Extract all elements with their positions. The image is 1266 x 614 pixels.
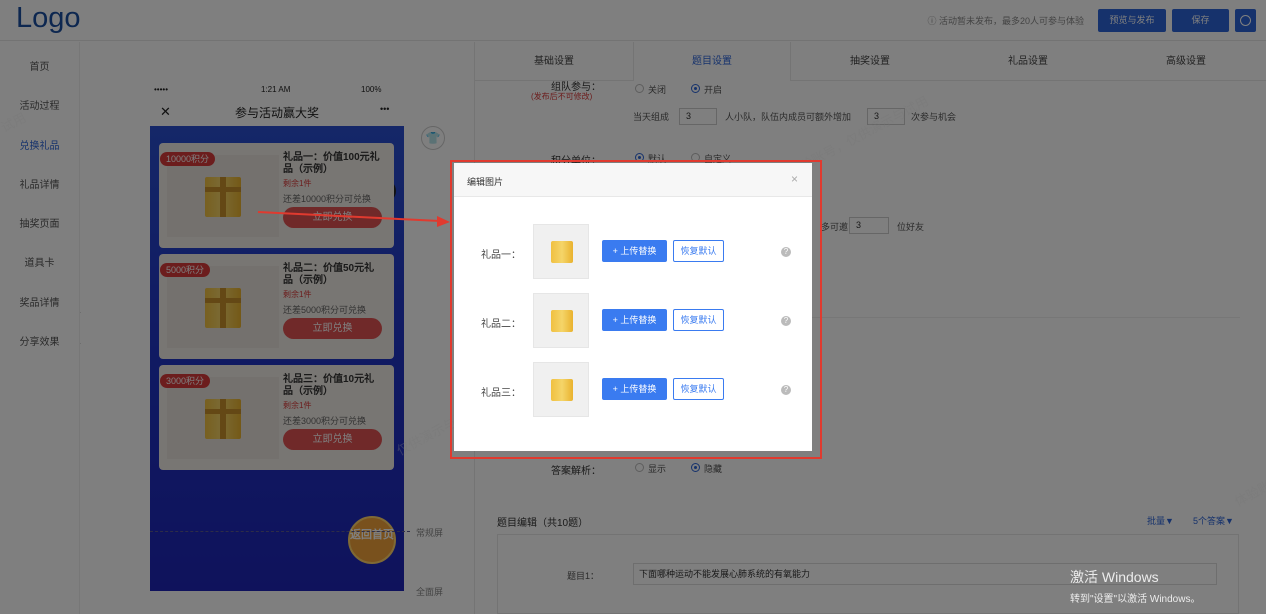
gift-2-restore-button[interactable]: 恢复默认 (673, 309, 724, 331)
windows-activation-notice: 激活 Windows 转到"设置"以激活 Windows。 (1070, 567, 1200, 605)
gift-icon (551, 310, 573, 332)
gift-1-upload-button[interactable]: + 上传替换 (602, 240, 667, 262)
gift-1-label: 礼品一： (481, 250, 521, 261)
close-icon[interactable]: × (791, 172, 798, 186)
dialog-title: 编辑图片 (467, 177, 504, 187)
gift-2-label: 礼品二： (481, 319, 521, 330)
gift-3-upload-button[interactable]: + 上传替换 (602, 378, 667, 400)
gift-icon (551, 241, 573, 263)
gift-3-label: 礼品三： (481, 388, 521, 399)
edit-image-dialog: 编辑图片 × 礼品一： + 上传替换 恢复默认 ? 礼品二： + 上传替换 恢复… (454, 163, 812, 451)
gift-2-upload-button[interactable]: + 上传替换 (602, 309, 667, 331)
gift-1-thumbnail (533, 224, 589, 279)
gift-3-thumbnail (533, 362, 589, 417)
windows-activation-title: 激活 Windows (1070, 569, 1159, 585)
gift-icon (551, 379, 573, 401)
help-icon[interactable]: ? (781, 316, 791, 326)
gift-2-thumbnail (533, 293, 589, 348)
gift-3-restore-button[interactable]: 恢复默认 (673, 378, 724, 400)
dialog-header: 编辑图片 × (454, 163, 812, 197)
help-icon[interactable]: ? (781, 247, 791, 257)
windows-activation-subtitle: 转到"设置"以激活 Windows。 (1070, 594, 1201, 605)
help-icon[interactable]: ? (781, 385, 791, 395)
gift-1-restore-button[interactable]: 恢复默认 (673, 240, 724, 262)
